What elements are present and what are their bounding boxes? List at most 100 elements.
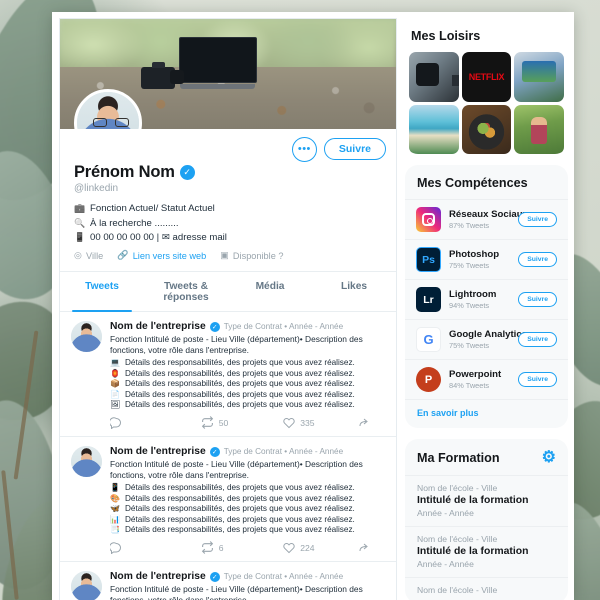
info-text: Fonction Actuel/ Statut Actuel <box>90 203 215 214</box>
like-button[interactable]: 224 <box>283 542 357 554</box>
share-button[interactable] <box>358 417 370 429</box>
profile-meta-row: ◎ Ville 🔗 Lien vers site web ▣ Disponibl… <box>74 250 382 261</box>
bullet-icon: 📱 <box>110 483 120 493</box>
cv-page-sheet: ••• Suivre Prénom Nom ✓ @linkedin 💼 Fonc… <box>52 12 574 600</box>
formation-name: Intitulé de la formation <box>417 546 529 558</box>
share-icon <box>359 543 368 551</box>
verified-badge-icon: ✓ <box>179 165 195 180</box>
bullet-icon: 📦 <box>110 379 120 389</box>
netflix-tile[interactable]: NETFLIX <box>461 52 512 102</box>
profile-banner-image <box>60 19 396 129</box>
food-tile[interactable] <box>461 104 512 155</box>
list-item: 🏮 Détails des responsabilités, des projet… <box>110 369 385 378</box>
follow-button[interactable]: Suivre <box>518 212 557 228</box>
skills-card: Mes Compétences Réseaux Sociaux 87% Twee… <box>405 165 568 429</box>
bullet-icon: 📑 <box>110 525 120 535</box>
contract-meta: Type de Contrat • Année - Année <box>223 322 344 331</box>
running-tile[interactable] <box>514 104 564 155</box>
heart-icon <box>283 417 295 428</box>
retweet-count: 6 <box>218 542 224 553</box>
follow-button[interactable]: Suivre <box>518 252 557 268</box>
tweet-body: Nom de l'entreprise ✓ Type de Contrat • … <box>110 571 385 600</box>
phone-icon: 📱 <box>74 232 86 242</box>
verified-badge-icon: ✓ <box>209 446 220 457</box>
like-count: 224 <box>300 542 315 553</box>
bullet-text: Détails des responsabilités, des projets… <box>125 368 355 378</box>
tab-media[interactable]: Média <box>228 272 312 311</box>
skill-row-reseaux-sociaux: Réseaux Sociaux 87% Tweets Suivre <box>405 199 568 239</box>
link-icon: 🔗 <box>117 250 129 260</box>
profile-info-list: 💼 Fonction Actuel/ Statut Actuel 🔍 À la … <box>74 203 382 243</box>
tweet-card[interactable]: Nom de l'entreprise ✓ Type de Contrat • … <box>60 562 396 600</box>
skill-text: Réseaux Sociaux 87% Tweets <box>449 209 528 230</box>
skill-stat: 75% Tweets <box>449 341 490 351</box>
reply-icon <box>110 542 122 554</box>
skill-row-powerpoint: P Powerpoint 84% Tweets Suivre <box>405 359 568 399</box>
bullet-text: Détails des responsabilités, des projets… <box>125 525 355 535</box>
gear-icon[interactable]: ⚙ <box>542 450 556 466</box>
tweet-header: Nom de l'entreprise ✓ Type de Contrat • … <box>110 571 385 582</box>
list-item: 📱 00 00 00 00 00 | ✉ adresse mail <box>74 232 382 243</box>
reply-button[interactable] <box>110 542 201 554</box>
availability-meta: ▣ Disponible ? <box>220 250 283 261</box>
location-label: Ville <box>86 250 104 261</box>
tweet-header: Nom de l'entreprise ✓ Type de Contrat • … <box>110 446 385 457</box>
skill-name: Photoshop <box>449 249 500 261</box>
tweet-card[interactable]: Nom de l'entreprise ✓ Type de Contrat • … <box>60 437 396 563</box>
travel-tile[interactable] <box>409 104 459 155</box>
share-button[interactable] <box>358 542 370 554</box>
tab-tweets-replies[interactable]: Tweets & réponses <box>144 272 228 311</box>
gaming-tile[interactable] <box>514 52 564 102</box>
share-icon <box>359 418 368 426</box>
skill-name: Réseaux Sociaux <box>449 209 528 221</box>
learn-more-link[interactable]: En savoir plus <box>405 399 568 428</box>
retweet-button[interactable]: 6 <box>201 541 284 555</box>
list-item: 💼 Fonction Actuel/ Statut Actuel <box>74 203 382 214</box>
skill-stat: 84% Tweets <box>449 381 490 391</box>
reply-icon <box>110 417 122 429</box>
reply-button[interactable] <box>110 417 201 429</box>
bullet-icon: 🖼 <box>110 400 121 410</box>
location-meta: ◎ Ville <box>74 250 103 261</box>
skill-text: Lightroom 94% Tweets <box>449 289 510 310</box>
glasses-icon <box>93 118 129 127</box>
school-name: Nom de l'école - Ville <box>417 483 498 494</box>
follow-button[interactable]: Suivre <box>518 292 557 308</box>
avatar <box>74 89 142 129</box>
google-icon: G <box>416 327 441 353</box>
availability-label: Disponible ? <box>232 250 284 261</box>
list-item: 📱 Détails des responsabilités, des projet… <box>110 483 385 492</box>
bullet-icon: 📄 <box>110 389 120 399</box>
tweet-header: Nom de l'entreprise ✓ Type de Contrat • … <box>110 321 385 332</box>
bullet-icon: 💻 <box>110 358 120 368</box>
tweet-description: Fonction Intitulé de poste - Lieu Ville … <box>110 459 363 481</box>
hobbies-grid: NETFLIX <box>405 52 568 155</box>
skill-name: Lightroom <box>449 289 497 301</box>
company-name: Nom de l'entreprise <box>110 446 206 458</box>
company-name: Nom de l'entreprise <box>110 321 206 332</box>
follow-button[interactable]: Suivre <box>323 138 386 160</box>
retweet-icon <box>201 541 213 555</box>
like-button[interactable]: 335 <box>283 417 357 429</box>
retweet-button[interactable]: 50 <box>201 416 284 430</box>
skill-row-google-analytics: G Google Analytics 75% Tweets Suivre <box>405 319 568 359</box>
page-title: Prénom Nom <box>74 163 175 181</box>
tab-likes[interactable]: Likes <box>312 272 396 311</box>
tab-tweets[interactable]: Tweets <box>60 272 144 312</box>
profile-actions: ••• Suivre <box>60 129 396 162</box>
follow-button[interactable]: Suivre <box>518 332 557 348</box>
skill-name: Google Analytics <box>449 329 528 341</box>
list-item: 📑 Détails des responsabilités, des projet… <box>110 525 385 534</box>
photography-tile[interactable] <box>409 52 459 102</box>
website-meta[interactable]: 🔗 Lien vers site web <box>117 250 206 261</box>
more-options-button[interactable]: ••• <box>291 136 317 162</box>
retweet-icon <box>201 416 213 430</box>
skill-text: Google Analytics 75% Tweets <box>449 329 528 351</box>
tweet-card[interactable]: Nom de l'entreprise ✓ Type de Contrat • … <box>60 312 396 438</box>
follow-button[interactable]: Suivre <box>518 372 557 388</box>
hobbies-card: Mes Loisirs NETFLIX <box>405 18 568 155</box>
company-name: Nom de l'entreprise <box>110 571 206 583</box>
school-name: Nom de l'école - Ville <box>417 534 498 545</box>
website-link[interactable]: Lien vers site web <box>133 251 207 261</box>
right-column: Mes Loisirs NETFLIX Mes Compétences Rése… <box>405 18 568 600</box>
